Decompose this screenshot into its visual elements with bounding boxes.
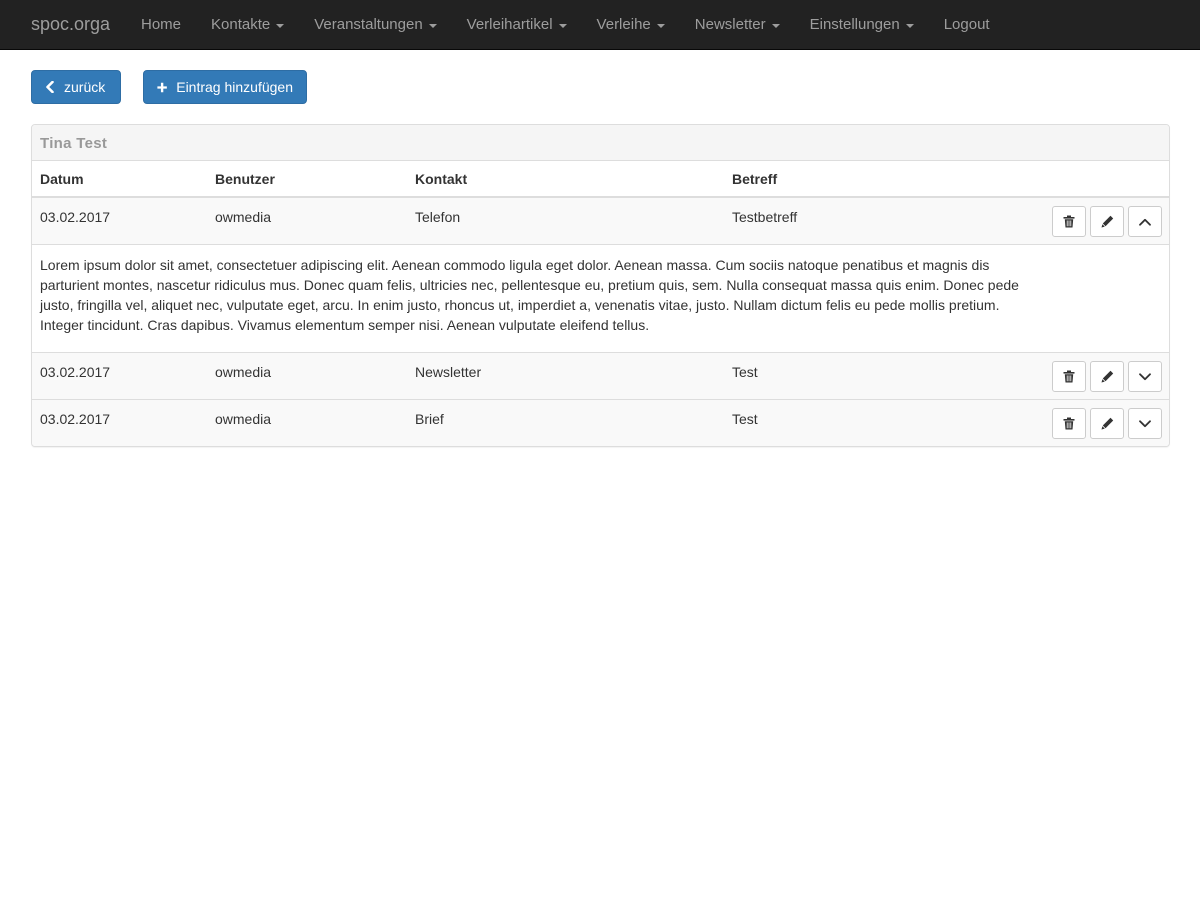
- panel-title: Tina Test: [32, 125, 1169, 161]
- plus-icon: [157, 82, 167, 92]
- nav-item-label: Veranstaltungen: [314, 16, 423, 33]
- delete-button[interactable]: [1052, 206, 1086, 237]
- nav-item-verleihartikel[interactable]: Verleihartikel: [452, 0, 582, 50]
- expand-button[interactable]: [1128, 408, 1162, 439]
- nav-item-label: Home: [141, 16, 182, 33]
- row-actions: [1052, 408, 1162, 439]
- caret-down-icon: [276, 24, 285, 28]
- caret-down-icon: [771, 24, 780, 28]
- caret-down-icon: [656, 24, 665, 28]
- trash-icon: [1063, 417, 1075, 430]
- table-row: 03.02.2017 owmedia Telefon Testbetreff: [32, 198, 1169, 245]
- nav-item-label: Verleihe: [596, 16, 651, 33]
- main-nav: Home Kontakte Veranstaltungen Verleihart…: [126, 0, 1005, 50]
- row-actions: [1052, 206, 1162, 237]
- chevron-left-icon: [46, 81, 54, 93]
- nav-item-home[interactable]: Home: [126, 0, 196, 50]
- edit-button[interactable]: [1090, 408, 1124, 439]
- delete-button[interactable]: [1052, 408, 1086, 439]
- caret-down-icon: [428, 24, 437, 28]
- cell-datum: 03.02.2017: [40, 411, 111, 427]
- cell-betreff: Test: [732, 411, 758, 427]
- edit-button[interactable]: [1090, 361, 1124, 392]
- nav-item-newsletter[interactable]: Newsletter: [680, 0, 795, 50]
- edit-button[interactable]: [1090, 206, 1124, 237]
- add-entry-button-label: Eintrag hinzufügen: [176, 79, 293, 95]
- cell-kontakt: Newsletter: [415, 364, 482, 380]
- row-actions: [1052, 361, 1162, 392]
- table-row: 03.02.2017 owmedia Brief Test: [32, 400, 1169, 446]
- table-row: 03.02.2017 owmedia Newsletter Test: [32, 353, 1169, 400]
- trash-icon: [1063, 370, 1075, 383]
- cell-datum: 03.02.2017: [40, 364, 111, 380]
- nav-item-label: Verleihartikel: [466, 16, 553, 33]
- back-button-label: zurück: [64, 79, 106, 95]
- nav-item-label: Einstellungen: [809, 16, 900, 33]
- nav-item-logout[interactable]: Logout: [929, 0, 1005, 50]
- detail-text: Lorem ipsum dolor sit amet, consectetuer…: [40, 257, 1019, 333]
- nav-item-kontakte[interactable]: Kontakte: [196, 0, 299, 50]
- contact-history-panel: Tina Test Datum Benutzer Kontakt Betreff…: [31, 124, 1170, 447]
- nav-item-verleihe[interactable]: Verleihe: [582, 0, 680, 50]
- column-header-betreff: Betreff: [732, 171, 778, 187]
- brand-link[interactable]: spoc.orga: [31, 14, 110, 34]
- nav-item-label: Logout: [943, 16, 990, 33]
- cell-datum: 03.02.2017: [40, 209, 111, 225]
- pencil-icon: [1101, 417, 1113, 430]
- chevron-down-icon: [1139, 419, 1151, 427]
- nav-item-label: Kontakte: [211, 16, 271, 33]
- column-header-datum: Datum: [40, 171, 84, 187]
- caret-down-icon: [905, 24, 914, 28]
- cell-betreff: Testbetreff: [732, 209, 798, 225]
- cell-kontakt: Telefon: [415, 209, 461, 225]
- trash-icon: [1063, 215, 1075, 228]
- nav-item-einstellungen[interactable]: Einstellungen: [795, 0, 929, 50]
- cell-kontakt: Brief: [415, 411, 444, 427]
- nav-item-veranstaltungen[interactable]: Veranstaltungen: [299, 0, 451, 50]
- collapse-button[interactable]: [1128, 206, 1162, 237]
- cell-benutzer: owmedia: [215, 209, 272, 225]
- pencil-icon: [1101, 370, 1113, 383]
- top-navbar: spoc.orga Home Kontakte Veranstaltungen …: [0, 0, 1200, 50]
- add-entry-button[interactable]: Eintrag hinzufügen: [143, 70, 307, 104]
- pencil-icon: [1101, 215, 1113, 228]
- expand-button[interactable]: [1128, 361, 1162, 392]
- cell-benutzer: owmedia: [215, 364, 272, 380]
- column-header-kontakt: Kontakt: [415, 171, 468, 187]
- delete-button[interactable]: [1052, 361, 1086, 392]
- chevron-down-icon: [1139, 372, 1151, 380]
- column-header-benutzer: Benutzer: [215, 171, 275, 187]
- chevron-up-icon: [1139, 218, 1151, 226]
- table-header: Datum Benutzer Kontakt Betreff: [32, 161, 1169, 198]
- nav-item-label: Newsletter: [694, 16, 766, 33]
- back-button[interactable]: zurück: [31, 70, 121, 104]
- cell-betreff: Test: [732, 364, 758, 380]
- row-detail: Lorem ipsum dolor sit amet, consectetuer…: [32, 245, 1169, 353]
- caret-down-icon: [558, 24, 567, 28]
- cell-benutzer: owmedia: [215, 411, 272, 427]
